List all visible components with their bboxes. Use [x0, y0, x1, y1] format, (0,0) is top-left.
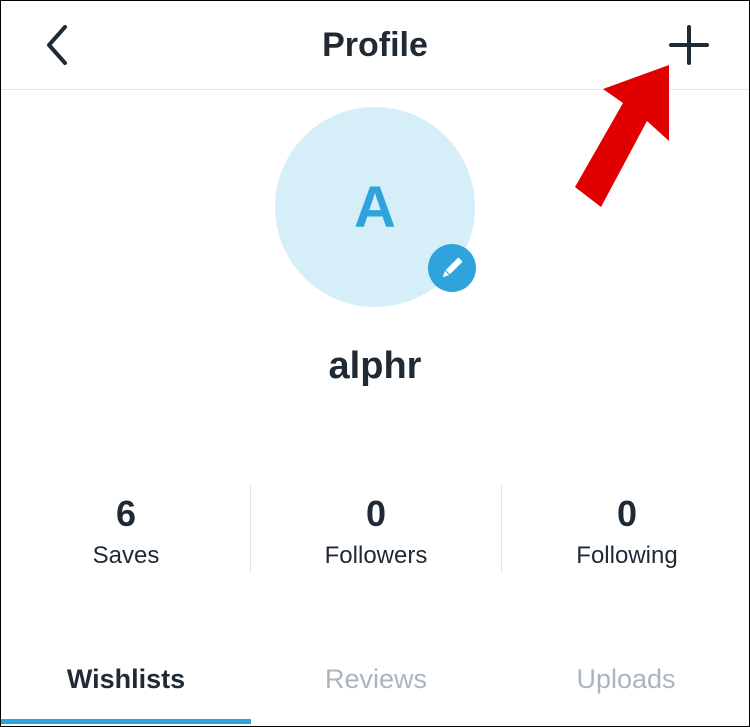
avatar-initial: A — [354, 175, 396, 240]
stat-label: Followers — [324, 542, 428, 569]
profile-tabs: Wishlists Reviews Uploads — [1, 651, 749, 726]
stat-label: Saves — [92, 542, 160, 569]
active-tab-indicator — [1, 719, 251, 724]
tab-wishlists[interactable]: Wishlists — [1, 651, 251, 711]
stat-value: 0 — [365, 493, 387, 534]
profile-screen: Profile A alphr 6 Saves 0 Followers 0 Fo… — [0, 0, 750, 727]
pencil-icon — [442, 257, 463, 278]
stat-followers[interactable]: 0 Followers — [251, 485, 501, 575]
tab-reviews[interactable]: Reviews — [251, 651, 501, 711]
annotation-arrow-icon — [575, 65, 669, 207]
stat-following[interactable]: 0 Following — [502, 485, 749, 575]
stat-saves[interactable]: 6 Saves — [1, 485, 251, 575]
stat-label: Following — [576, 542, 678, 569]
username: alphr — [328, 345, 422, 387]
edit-avatar-button[interactable] — [428, 244, 476, 292]
stat-value: 0 — [616, 493, 638, 534]
stats-row: 6 Saves 0 Followers 0 Following — [1, 485, 749, 575]
stat-value: 6 — [115, 493, 137, 534]
tab-uploads[interactable]: Uploads — [501, 651, 749, 711]
